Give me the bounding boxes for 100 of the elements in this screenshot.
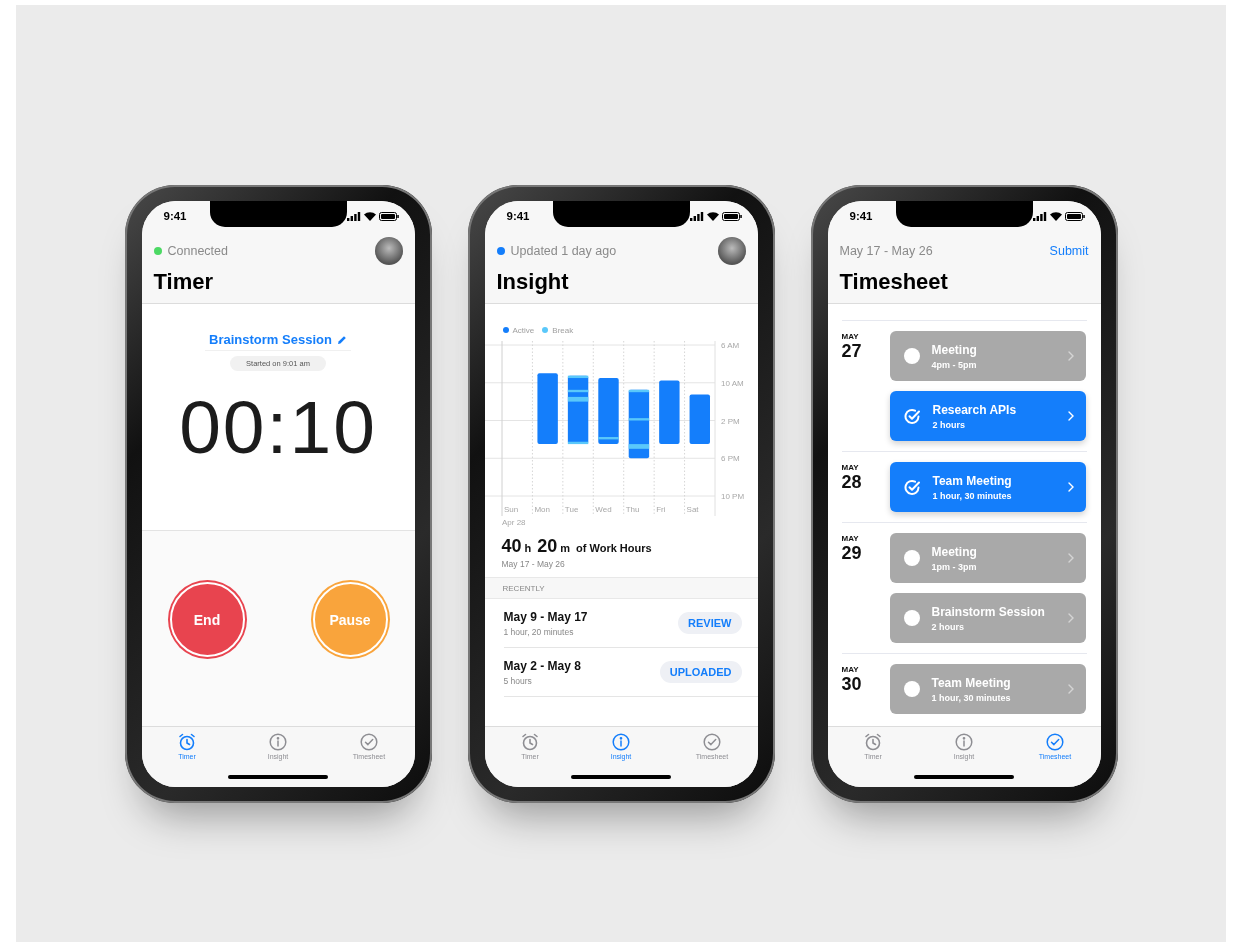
entry-detail: 4pm - 5pm — [931, 359, 978, 370]
section-header: RECENTLY — [484, 577, 758, 599]
status-text: Updated 1 day ago — [510, 244, 617, 258]
wifi-icon — [1049, 211, 1062, 221]
entry-detail: 1 hour, 30 minutes — [931, 692, 1012, 703]
month-label: MAY — [841, 665, 859, 674]
summary-label: of Work Hours — [576, 542, 652, 554]
signal-icon — [346, 211, 361, 221]
hours-unit: h — [524, 542, 532, 554]
entry-detail: 1 hour, 30 minutes — [932, 490, 1013, 501]
entry-card[interactable]: Research APIs 2 hours — [889, 391, 1086, 441]
period-title: May 9 - May 17 — [503, 609, 588, 624]
entry-card[interactable]: Team Meeting 1 hour, 30 minutes — [889, 462, 1086, 512]
entry-title: Team Meeting — [932, 473, 1013, 488]
submit-button[interactable]: Submit — [1049, 244, 1089, 258]
date-label: Apr 28 — [501, 518, 526, 527]
hour-label: 10 AM — [720, 378, 744, 388]
day-label: Tue — [564, 505, 578, 514]
page-title: Timer — [153, 268, 214, 296]
entry-title: Brainstorm Session — [931, 604, 1046, 619]
info-icon — [955, 733, 973, 751]
day-label: Wed — [594, 505, 612, 514]
month-label: MAY — [841, 332, 859, 341]
time-bar — [628, 389, 649, 459]
date-range: May 17 - May 26 — [839, 244, 933, 258]
minutes-value: 20 — [537, 536, 558, 557]
period-duration: 1 hour, 20 minutes — [503, 626, 575, 637]
check-circle-icon — [703, 733, 721, 751]
status-button[interactable]: UPLOADED — [659, 661, 742, 683]
status-time: 9:41 — [506, 210, 530, 222]
signal-icon — [689, 211, 704, 221]
signal-icon — [1032, 211, 1047, 221]
time-bar — [689, 394, 710, 445]
legend-label: Break — [552, 325, 574, 335]
time-bar — [536, 373, 558, 445]
info-icon — [269, 733, 287, 751]
entry-card[interactable]: Meeting 1pm - 3pm — [889, 533, 1086, 583]
month-label: MAY — [841, 534, 859, 543]
check-circle-icon — [360, 733, 378, 751]
elapsed-time: 00:10 — [179, 385, 377, 469]
entry-detail: 1pm - 3pm — [931, 561, 978, 572]
entry-detail: 2 hours — [932, 419, 966, 430]
avatar[interactable] — [374, 237, 403, 265]
status-text: Connected — [167, 244, 228, 258]
entry-card[interactable]: Team Meeting 1 hour, 30 minutes — [889, 664, 1086, 714]
day-label: Sat — [686, 505, 699, 514]
minutes-unit: m — [560, 542, 571, 554]
status-button[interactable]: REVIEW — [678, 612, 742, 634]
session-name[interactable]: Brainstorm Session — [209, 332, 332, 347]
hour-label: 6 AM — [720, 341, 739, 350]
battery-icon — [721, 211, 742, 221]
legend-label: Active — [512, 325, 535, 335]
battery-icon — [378, 211, 399, 221]
chevron-icon — [1067, 684, 1074, 694]
battery-icon — [1064, 211, 1085, 221]
entry-card[interactable]: Brainstorm Session 2 hours — [889, 593, 1086, 643]
time-bar — [597, 378, 619, 445]
page-title: Insight — [496, 268, 570, 296]
chevron-icon — [1067, 482, 1074, 492]
time-bar — [567, 375, 588, 445]
pencil-icon[interactable] — [336, 334, 347, 345]
period-duration: 5 hours — [503, 675, 533, 686]
wifi-icon — [363, 211, 376, 221]
chevron-icon — [1067, 553, 1074, 563]
entry-detail: 2 hours — [931, 621, 965, 632]
period-title: May 2 - May 8 — [503, 658, 581, 673]
entry-title: Meeting — [931, 342, 978, 357]
summary-range: May 17 - May 26 — [501, 559, 566, 569]
day-number: 28 — [841, 472, 862, 492]
info-icon — [612, 733, 630, 751]
time-bar — [658, 380, 680, 445]
hour-label: 10 PM — [720, 492, 744, 501]
day-label: Mon — [533, 505, 550, 514]
page-title: Timesheet — [839, 268, 949, 296]
chevron-icon — [1067, 351, 1074, 361]
entry-title: Team Meeting — [931, 675, 1012, 690]
day-number: 29 — [841, 543, 862, 563]
status-time: 9:41 — [163, 210, 187, 222]
hour-label: 2 PM — [720, 416, 740, 426]
chevron-icon — [1067, 613, 1074, 623]
avatar[interactable] — [717, 237, 746, 265]
hour-label: 6 PM — [720, 454, 740, 464]
month-label: MAY — [841, 463, 859, 472]
alarm-clock-icon — [521, 733, 539, 751]
hours-value: 40 — [501, 536, 522, 557]
day-number: 27 — [841, 341, 862, 361]
entry-title: Research APIs — [932, 402, 1018, 417]
day-number: 30 — [841, 674, 862, 694]
day-label: Sun — [503, 505, 518, 514]
chevron-icon — [1067, 411, 1074, 421]
alarm-clock-icon — [178, 733, 196, 751]
entry-card[interactable]: Meeting 4pm - 5pm — [889, 331, 1086, 381]
action-button[interactable]: End — [169, 582, 245, 657]
wifi-icon — [706, 211, 719, 221]
day-label: Thu — [625, 505, 639, 514]
check-circle-icon — [1046, 733, 1064, 751]
status-time: 9:41 — [849, 210, 873, 222]
alarm-clock-icon — [864, 733, 882, 751]
day-label: Fri — [655, 505, 665, 514]
action-button[interactable]: Pause — [312, 582, 388, 657]
